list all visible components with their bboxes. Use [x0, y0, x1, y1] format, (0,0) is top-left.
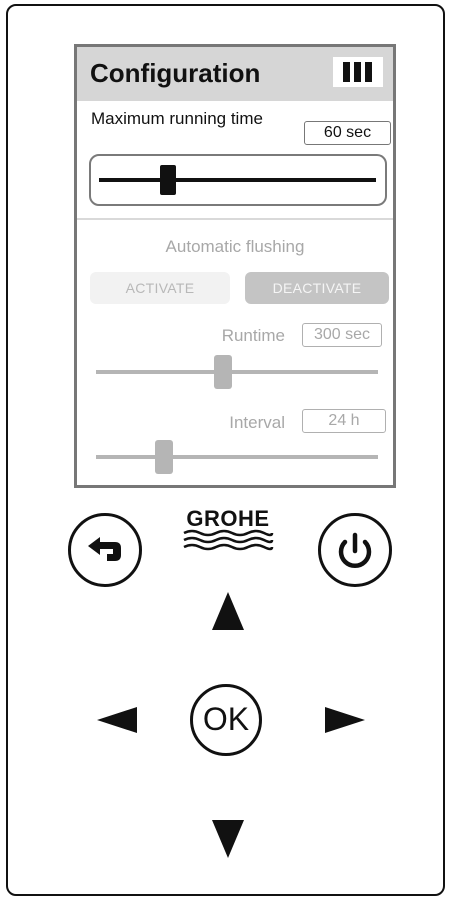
- runtime-slider[interactable]: [96, 352, 378, 392]
- display-screen: Configuration Maximum running time 60 se…: [74, 44, 396, 488]
- deactivate-button[interactable]: DEACTIVATE: [245, 272, 389, 304]
- max-runtime-slider-track: [99, 178, 376, 182]
- max-runtime-slider-thumb[interactable]: [160, 165, 177, 195]
- interval-label: Interval: [229, 413, 285, 432]
- back-arrow-icon: [88, 537, 121, 561]
- auto-flush-label: Automatic flushing: [165, 237, 305, 256]
- arrow-up-icon[interactable]: [211, 592, 245, 632]
- ok-button[interactable]: OK: [190, 684, 262, 756]
- brand-waves-icon: [183, 529, 274, 551]
- page-title: Configuration: [90, 58, 261, 88]
- interval-slider-thumb[interactable]: [154, 440, 173, 474]
- brand-logo: GROHE: [178, 506, 278, 554]
- arrow-right-icon[interactable]: [325, 707, 365, 733]
- power-button[interactable]: [318, 513, 392, 587]
- interval-value: 24 h: [302, 409, 386, 433]
- max-runtime-slider[interactable]: [89, 154, 387, 206]
- activate-button[interactable]: ACTIVATE: [90, 272, 230, 304]
- section-divider: [77, 218, 393, 220]
- runtime-label: Runtime: [221, 326, 285, 345]
- runtime-value: 300 sec: [302, 323, 382, 347]
- runtime-slider-thumb[interactable]: [213, 355, 232, 389]
- max-runtime-label: Maximum running time: [91, 109, 263, 128]
- screen-header: Configuration: [77, 47, 393, 101]
- remote-control-body: Configuration Maximum running time 60 se…: [6, 4, 445, 896]
- power-icon: [338, 532, 372, 569]
- interval-slider-track: [96, 455, 378, 459]
- arrow-down-icon[interactable]: [211, 820, 245, 860]
- max-runtime-value: 60 sec: [304, 121, 391, 145]
- signal-bars-icon: [333, 57, 383, 87]
- runtime-slider-track: [96, 370, 378, 374]
- interval-slider[interactable]: [96, 437, 378, 477]
- back-button[interactable]: [68, 513, 142, 587]
- arrow-left-icon[interactable]: [97, 707, 137, 733]
